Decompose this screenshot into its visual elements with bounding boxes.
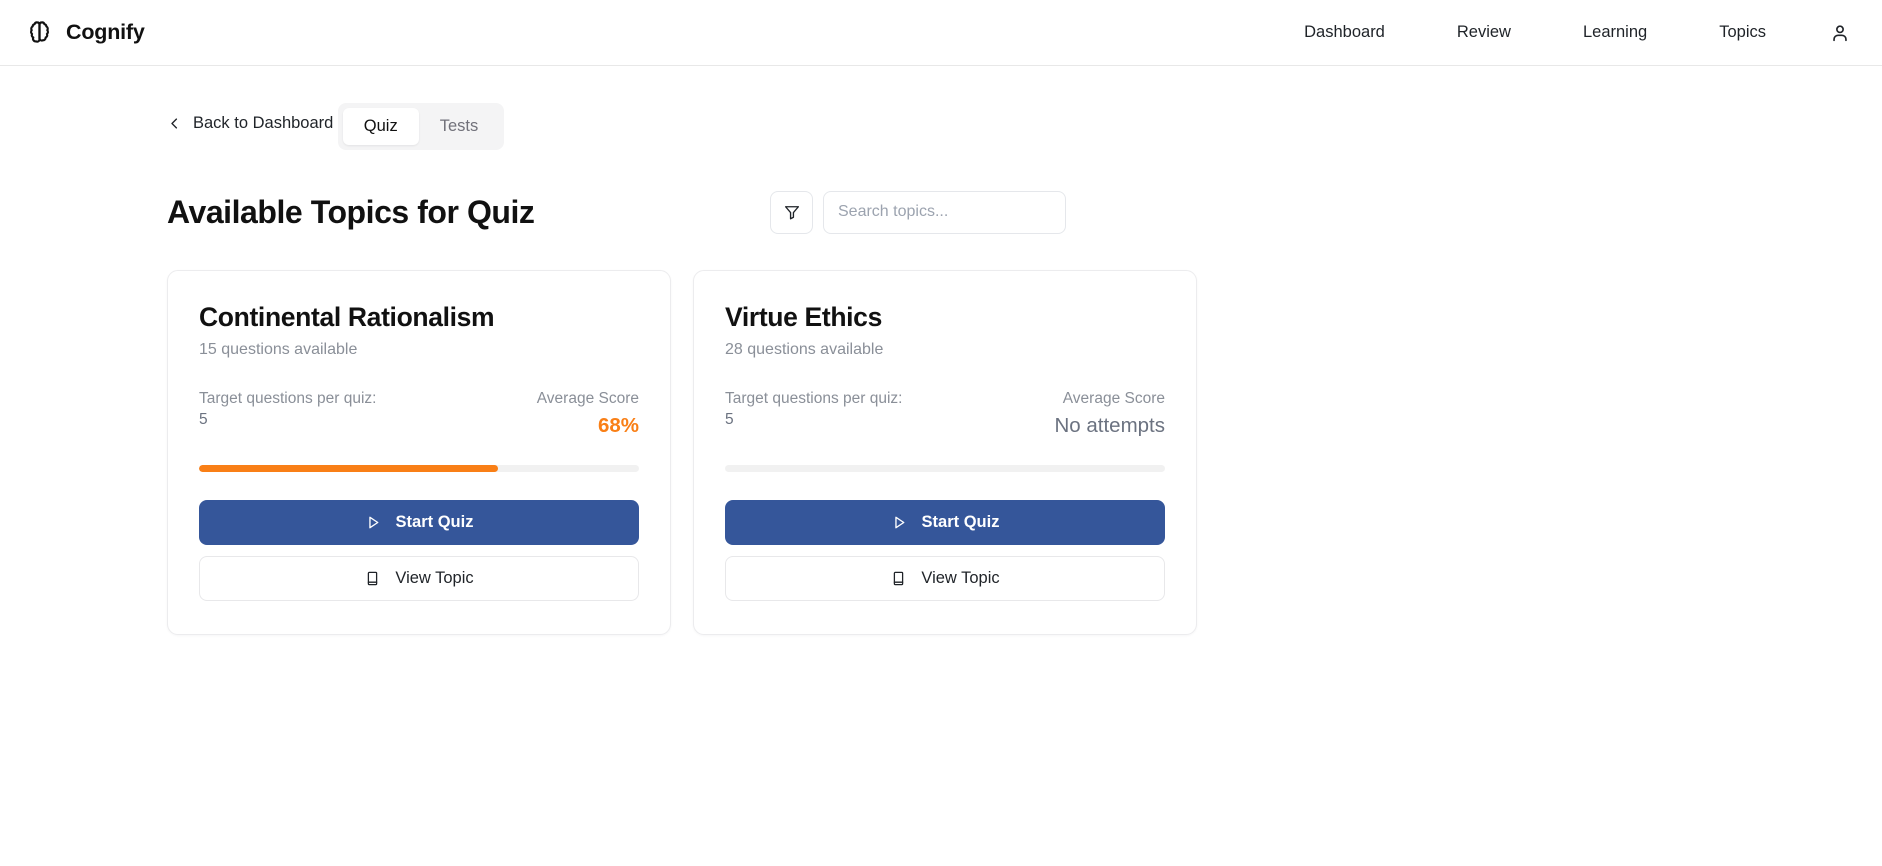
- search-input[interactable]: [823, 190, 1066, 234]
- average-score-value: 68%: [597, 414, 639, 438]
- account-button[interactable]: [1820, 13, 1860, 53]
- top-navigation-bar: Cognify Dashboard Review Learning Topics: [0, 0, 1882, 66]
- nav-item-review[interactable]: Review: [1421, 15, 1547, 50]
- topic-card-list: Continental Rationalism 15 questions ava…: [167, 269, 1600, 635]
- topic-title: Virtue Ethics: [725, 301, 882, 332]
- average-score-label: Average Score: [1062, 390, 1165, 408]
- nav-item-topics[interactable]: Topics: [1683, 15, 1802, 50]
- average-score-value: No attempts: [1054, 414, 1165, 438]
- topic-stats: Target questions per quiz: 5 Average Sco…: [199, 389, 639, 440]
- view-topic-button[interactable]: View Topic: [725, 555, 1165, 601]
- section-heading-row: Available Topics for Quiz: [167, 190, 1600, 234]
- book-icon: [368, 571, 378, 585]
- score-progress-bar: [199, 464, 639, 472]
- start-quiz-label: Start Quiz: [921, 512, 1000, 531]
- topic-question-count: 15 questions available: [199, 341, 358, 359]
- content-container: Back to Dashboard Quiz Tests Available T…: [0, 66, 1600, 635]
- book-icon: [894, 571, 904, 585]
- brand-name: Cognify: [66, 20, 145, 44]
- back-to-dashboard-link[interactable]: Back to Dashboard: [167, 114, 333, 133]
- chevron-left-icon: [171, 118, 178, 129]
- target-questions-value: 5: [725, 411, 734, 429]
- tab-quiz[interactable]: Quiz: [342, 108, 419, 145]
- page-body: Back to Dashboard Quiz Tests Available T…: [0, 66, 1882, 635]
- topic-question-count: 28 questions available: [725, 341, 884, 359]
- target-questions-value: 5: [199, 411, 208, 429]
- average-score-label: Average Score: [536, 390, 639, 408]
- page-title: Available Topics for Quiz: [167, 193, 535, 230]
- score-progress-bar: [725, 464, 1165, 472]
- primary-nav: Dashboard Review Learning Topics: [1268, 13, 1860, 53]
- user-icon: [1833, 24, 1847, 41]
- nav-item-dashboard[interactable]: Dashboard: [1268, 15, 1421, 50]
- brain-icon: [29, 21, 50, 43]
- filter-button[interactable]: [770, 190, 813, 234]
- view-topic-label: View Topic: [395, 568, 474, 587]
- topic-card: Virtue Ethics 28 questions available Tar…: [693, 269, 1197, 635]
- start-quiz-button[interactable]: Start Quiz: [725, 499, 1165, 545]
- play-icon: [894, 516, 904, 529]
- start-quiz-label: Start Quiz: [395, 512, 474, 531]
- nav-item-learning[interactable]: Learning: [1547, 15, 1683, 50]
- start-quiz-button[interactable]: Start Quiz: [199, 499, 639, 545]
- view-topic-button[interactable]: View Topic: [199, 555, 639, 601]
- target-questions-label: Target questions per quiz:: [725, 390, 903, 408]
- mode-tab-group: Quiz Tests: [337, 103, 505, 150]
- score-progress-fill: [199, 464, 499, 472]
- target-questions-label: Target questions per quiz:: [199, 390, 377, 408]
- topic-card: Continental Rationalism 15 questions ava…: [167, 269, 671, 635]
- view-topic-label: View Topic: [921, 568, 1000, 587]
- topic-title: Continental Rationalism: [199, 301, 495, 332]
- topic-stats: Target questions per quiz: 5 Average Sco…: [725, 389, 1165, 440]
- play-icon: [368, 516, 378, 529]
- back-to-dashboard-label: Back to Dashboard: [193, 114, 334, 132]
- tab-tests[interactable]: Tests: [419, 108, 500, 145]
- brand-logo[interactable]: Cognify: [26, 19, 145, 46]
- search-toolbar: [770, 190, 1066, 234]
- filter-icon: [784, 206, 799, 220]
